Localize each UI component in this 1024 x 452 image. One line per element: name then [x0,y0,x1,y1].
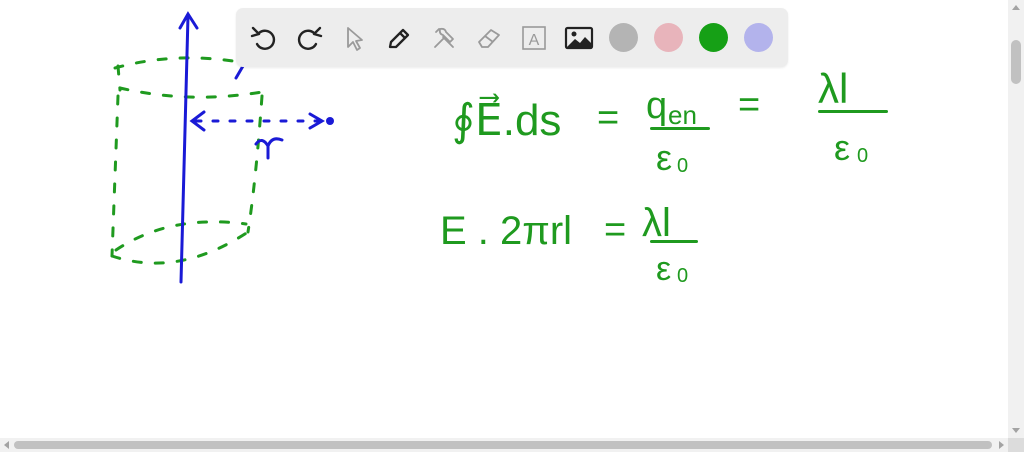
gauss-equals-1: = [597,97,619,139]
gauss-law-equation: ∮E⃗.ds = q en ε 0 = λl ε 0 [452,65,888,178]
fraction-2-denominator-sub: 0 [857,145,868,167]
eraser-button[interactable] [473,22,505,54]
image-icon [564,26,594,50]
pen-button[interactable] [383,22,415,54]
scroll-left-arrow-icon[interactable] [4,441,9,449]
color-swatch-green[interactable] [699,23,728,52]
color-swatch-gray[interactable] [609,23,638,52]
scroll-right-arrow-icon[interactable] [999,441,1004,449]
select-pointer-icon [347,27,363,51]
color-swatch-lavender[interactable] [744,23,773,52]
select-button[interactable] [338,22,370,54]
drawing-toolbar: A [236,8,788,67]
scroll-up-arrow-icon[interactable] [1012,5,1020,10]
fraction-2-bar [818,110,888,113]
result-denominator-sub: 0 [677,265,688,287]
fraction-1-denominator-sub: 0 [677,155,688,177]
scroll-down-arrow-icon[interactable] [1012,428,1020,433]
vertical-scroll-thumb[interactable] [1011,40,1021,84]
gauss-lhs: ∮E⃗.ds [452,93,561,145]
tools-button[interactable] [428,22,460,54]
tools-icon [434,27,454,48]
result-equals: = [604,209,626,251]
horizontal-scroll-thumb[interactable] [14,441,992,449]
redo-button[interactable] [293,22,325,54]
scrollbar-corner [1008,438,1024,452]
gauss-equals-2: = [738,84,760,126]
text-tool-glyph: A [529,32,540,49]
text-box-icon: A [522,26,546,50]
point-marker [326,117,334,125]
fraction-1-denominator: ε [656,137,672,178]
color-swatch-pink[interactable] [654,23,683,52]
fraction-1-bar [650,127,710,130]
fraction-2-denominator: ε [834,127,850,168]
result-equation: E . 2πrl = λl ε 0 [440,201,698,288]
fraction-2-numerator: λl [818,65,848,112]
result-lhs: E . 2πrl [440,209,572,253]
fraction-1-numerator-sub: en [668,100,697,130]
result-numerator: λl [642,201,671,245]
horizontal-scrollbar[interactable] [0,438,1008,452]
gauss-fraction-1: q en ε 0 [646,85,710,178]
result-fraction: λl ε 0 [642,201,698,288]
image-button[interactable] [563,22,595,54]
eraser-icon [478,29,500,48]
undo-icon [250,26,276,50]
vertical-scrollbar[interactable] [1008,0,1024,438]
radius-label-glyph [254,137,284,160]
redo-icon [297,26,323,50]
gauss-fraction-2: λl ε 0 [818,65,888,168]
pen-icon [388,28,410,49]
result-fraction-bar [650,240,698,243]
result-denominator: ε [656,250,671,288]
text-button[interactable]: A [518,22,550,54]
fraction-1-numerator: q [646,85,667,127]
undo-button[interactable] [248,22,280,54]
